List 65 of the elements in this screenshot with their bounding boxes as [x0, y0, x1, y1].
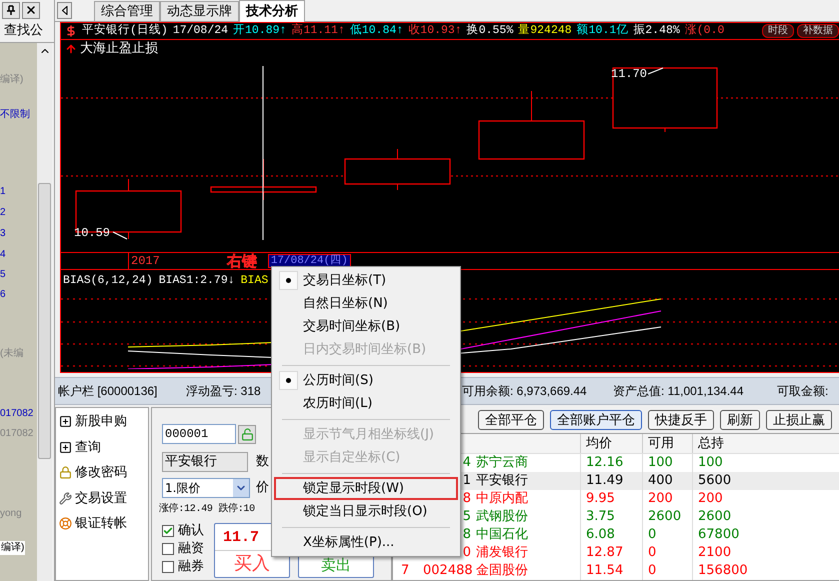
table-cell: 2100 — [698, 545, 732, 560]
field-label: 数 — [256, 453, 269, 472]
table-cell: 7 — [401, 563, 410, 578]
table-cell: 武钢股份 — [476, 509, 528, 524]
table-cell: 100 — [698, 455, 723, 470]
quote-value: 高11.11↑ — [291, 22, 345, 40]
table-cell: 金固股份 — [476, 563, 528, 578]
quote-value: 低10.84↑ — [350, 23, 404, 40]
checkbox-label: 融券 — [178, 558, 204, 576]
table-cell: 8 — [462, 491, 471, 506]
table-cell: 400 — [648, 473, 673, 488]
indicator-title: BIAS(6,12,24) — [63, 273, 153, 289]
quote-value: 收10.93↑ — [408, 23, 462, 40]
indicator-value: BIAS1:2.79↓ — [158, 273, 235, 289]
table-cell: 156800 — [698, 563, 748, 578]
account-field: 可用余额: 6,973,669.44 — [462, 382, 613, 400]
account-field: 资产总值: 11,001,134.44 — [613, 382, 777, 400]
name-field: 平安银行 — [162, 452, 248, 472]
table-cell: 中国石化 — [476, 527, 528, 542]
account-title: 帐户栏 [60000136] — [58, 383, 158, 400]
checkbox-label: 融资 — [178, 540, 204, 558]
table-cell: 5 — [462, 509, 471, 524]
table-cell: 100 — [648, 455, 673, 470]
table-cell: 6.08 — [586, 527, 615, 542]
quote-value: 开10.89↑ — [233, 23, 286, 40]
table-cell: 12.87 — [586, 545, 624, 560]
price-limits: 涨停:12.49 跌停:10 — [159, 502, 255, 517]
quote-value: 换0.55% — [466, 22, 514, 40]
table-cell: 67800 — [698, 527, 740, 542]
quote-value: 额10.1亿 — [576, 22, 628, 40]
indicator-name: 大海止盈止损 — [80, 40, 158, 58]
account-field: 可取金额: — [777, 382, 828, 400]
table-cell: 0 — [648, 545, 656, 560]
stock-title: 平安银行(日线) — [82, 22, 168, 40]
table-cell: 9.95 — [586, 491, 615, 506]
table-cell: 4 — [462, 455, 471, 470]
search-label: 查找公 — [3, 22, 44, 40]
annotation-text: 右键 — [227, 253, 257, 269]
table-cell: 1 — [462, 473, 471, 488]
table-cell: 0 — [462, 545, 471, 560]
table-cell: 中原内配 — [476, 491, 528, 506]
table-cell: 平安银行 — [476, 473, 528, 488]
table-cell: 苏宁云商 — [476, 455, 528, 470]
table-cell: 3.75 — [586, 509, 615, 524]
table-cell: 浦发银行 — [476, 545, 528, 560]
quote-value: 振2.48% — [633, 22, 680, 40]
table-cell: 0 — [648, 563, 656, 578]
table-cell: 5600 — [698, 473, 732, 488]
field-label: 价 — [256, 479, 269, 498]
table-cell: 200 — [698, 491, 723, 506]
table-cell: 002488 — [423, 563, 473, 578]
year-label: 2017 — [128, 252, 160, 270]
quote-value: 涨(0.0 — [684, 22, 724, 40]
table-cell: 8 — [462, 527, 471, 542]
table-cell: 12.16 — [586, 455, 624, 470]
table-cell: 2600 — [698, 509, 732, 524]
indicator-value: BIAS — [240, 273, 268, 289]
table-cell: 11.49 — [586, 473, 624, 488]
table-cell: 0 — [648, 527, 656, 542]
checkbox-label: 确认 — [178, 522, 204, 540]
table-cell: 2600 — [648, 509, 682, 524]
table-cell: 200 — [648, 491, 673, 506]
table-cell: 11.54 — [586, 563, 624, 578]
quote-date: 17/08/24 — [172, 23, 228, 40]
quote-value: 量924248 — [518, 23, 572, 40]
